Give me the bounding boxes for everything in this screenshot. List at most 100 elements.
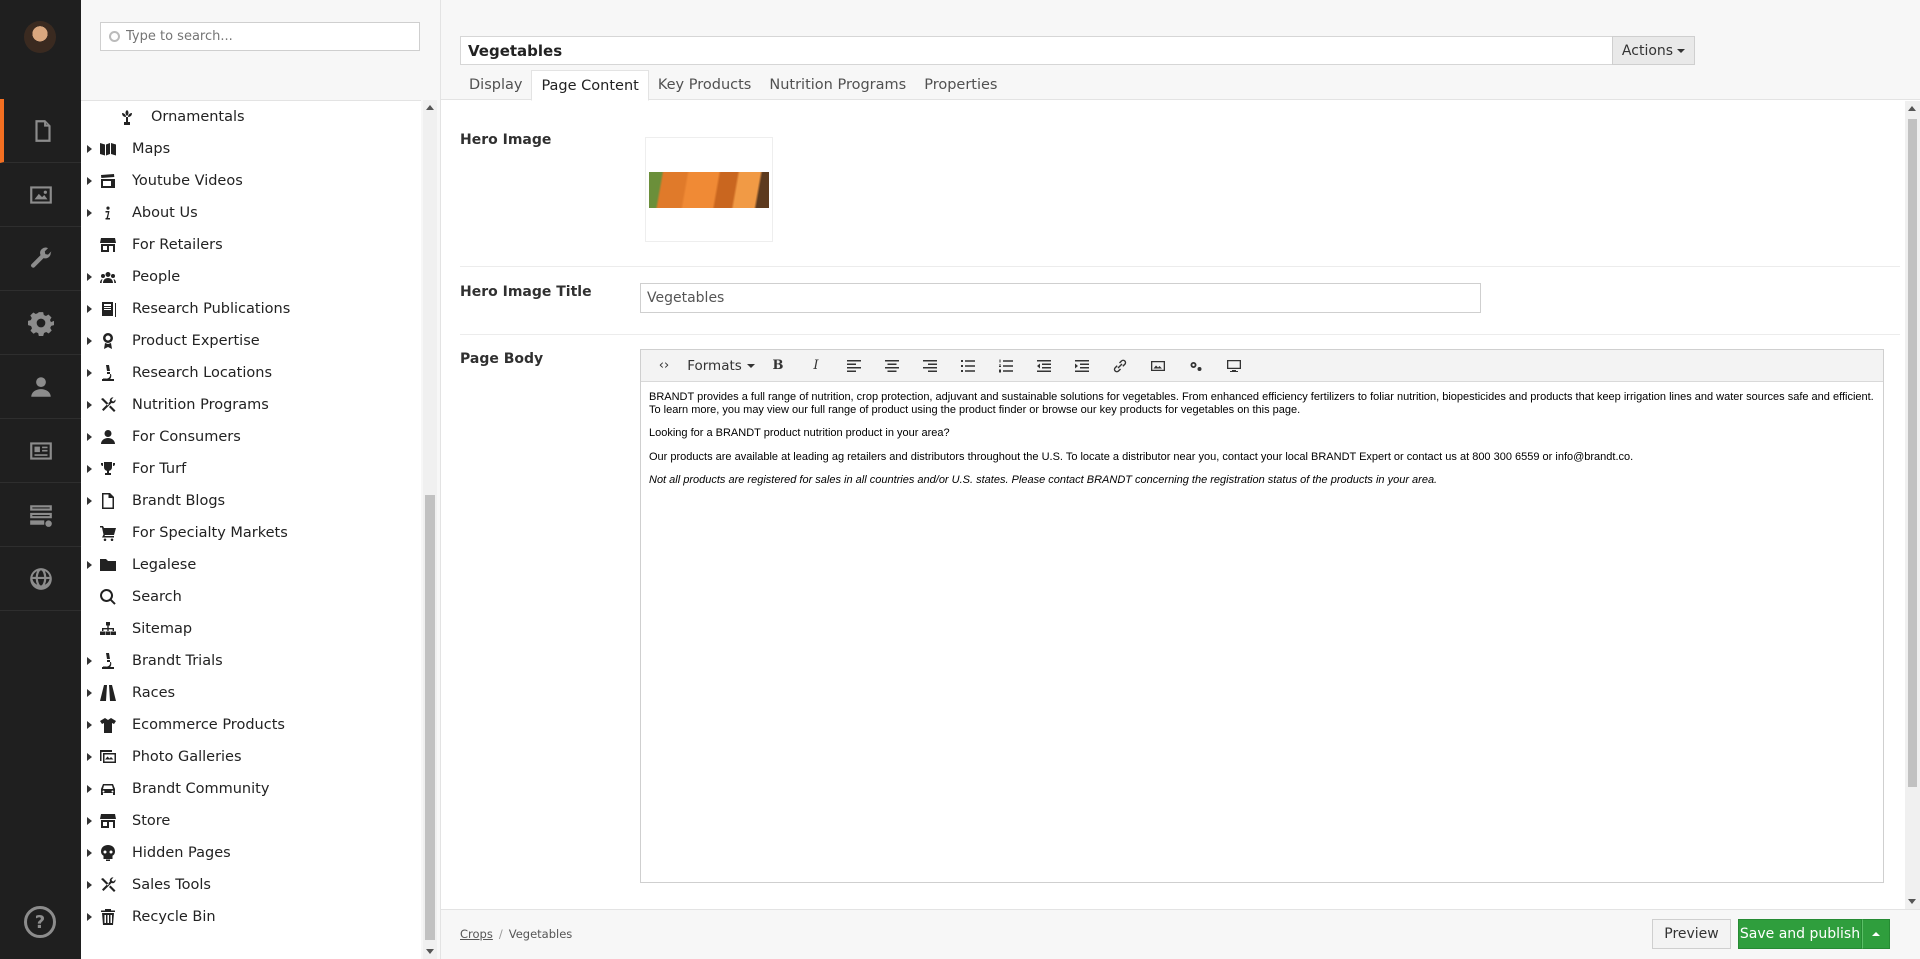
expand-caret-icon[interactable] bbox=[87, 401, 92, 409]
tree-item-for-consumers[interactable]: For Consumers bbox=[81, 422, 421, 452]
insert-image-button[interactable] bbox=[1139, 350, 1177, 382]
editor-footer: Crops / Vegetables Preview Save and publ… bbox=[441, 909, 1920, 959]
scroll-up-arrow-icon[interactable] bbox=[1908, 106, 1916, 111]
media-section-button[interactable] bbox=[0, 163, 81, 227]
outdent-button[interactable] bbox=[1025, 350, 1063, 382]
expand-caret-icon[interactable] bbox=[87, 209, 92, 217]
users-section-button[interactable] bbox=[0, 355, 81, 419]
align-left-button[interactable] bbox=[835, 350, 873, 382]
settings-section-button[interactable] bbox=[0, 227, 81, 291]
expand-caret-icon[interactable] bbox=[87, 145, 92, 153]
tree-scrollbar-thumb[interactable] bbox=[425, 495, 435, 940]
tree-item-about-us[interactable]: About Us bbox=[81, 198, 421, 228]
bullet-list-button[interactable] bbox=[949, 350, 987, 382]
tab-properties[interactable]: Properties bbox=[915, 70, 1006, 100]
node-name-input[interactable] bbox=[460, 36, 1632, 65]
indent-button[interactable] bbox=[1063, 350, 1101, 382]
tree-item-nutrition-programs[interactable]: Nutrition Programs bbox=[81, 390, 421, 420]
expand-caret-icon[interactable] bbox=[87, 497, 92, 505]
tree-item-hidden-pages[interactable]: Hidden Pages bbox=[81, 838, 421, 868]
developer-section-button[interactable] bbox=[0, 291, 81, 355]
tree-item-brandt-trials[interactable]: Brandt Trials bbox=[81, 646, 421, 676]
tree-item-research-publications[interactable]: Research Publications bbox=[81, 294, 421, 324]
cart-icon bbox=[99, 525, 117, 541]
members-section-button[interactable] bbox=[0, 419, 81, 483]
expand-caret-icon[interactable] bbox=[87, 177, 92, 185]
tree-item-sales-tools[interactable]: Sales Tools bbox=[81, 870, 421, 900]
user-avatar[interactable] bbox=[24, 21, 56, 53]
expand-caret-icon[interactable] bbox=[87, 817, 92, 825]
tree-item-label: Photo Galleries bbox=[132, 749, 242, 765]
tree-item-youtube-videos[interactable]: Youtube Videos bbox=[81, 166, 421, 196]
source-code-button[interactable]: ‹› bbox=[645, 350, 683, 382]
content-section-button[interactable] bbox=[0, 99, 81, 163]
tree-item-for-specialty-markets[interactable]: For Specialty Markets bbox=[81, 518, 421, 548]
expand-caret-icon[interactable] bbox=[87, 881, 92, 889]
expand-caret-icon[interactable] bbox=[87, 337, 92, 345]
save-and-publish-button[interactable]: Save and publish bbox=[1738, 919, 1862, 949]
scroll-down-arrow-icon[interactable] bbox=[426, 949, 434, 954]
preview-button[interactable]: Preview bbox=[1652, 919, 1731, 949]
scroll-down-arrow-icon[interactable] bbox=[1908, 899, 1916, 904]
tree-item-races[interactable]: Races bbox=[81, 678, 421, 708]
expand-caret-icon[interactable] bbox=[87, 785, 92, 793]
editor-scrollbar-thumb[interactable] bbox=[1908, 119, 1917, 787]
save-options-toggle[interactable] bbox=[1862, 919, 1890, 949]
expand-caret-icon[interactable] bbox=[87, 369, 92, 377]
embed-media-button[interactable] bbox=[1215, 350, 1253, 382]
tree-item-people[interactable]: People bbox=[81, 262, 421, 292]
tab-page-content[interactable]: Page Content bbox=[531, 70, 649, 101]
expand-caret-icon[interactable] bbox=[87, 305, 92, 313]
forms-section-button[interactable] bbox=[0, 483, 81, 547]
actions-button[interactable]: Actions bbox=[1612, 36, 1695, 65]
expand-caret-icon[interactable] bbox=[87, 721, 92, 729]
tab-key-products[interactable]: Key Products bbox=[649, 70, 761, 100]
expand-caret-icon[interactable] bbox=[87, 657, 92, 665]
tree-item-research-locations[interactable]: Research Locations bbox=[81, 358, 421, 388]
tab-nutrition-programs[interactable]: Nutrition Programs bbox=[760, 70, 915, 100]
formats-dropdown[interactable]: Formats bbox=[683, 350, 759, 382]
tree-item-legalese[interactable]: Legalese bbox=[81, 550, 421, 580]
tree-item-ecommerce-products[interactable]: Ecommerce Products bbox=[81, 710, 421, 740]
editor-scrollbar[interactable] bbox=[1905, 101, 1920, 909]
expand-caret-icon[interactable] bbox=[87, 849, 92, 857]
rte-content-area[interactable]: BRANDT provides a full range of nutritio… bbox=[641, 382, 1883, 507]
insert-link-button[interactable] bbox=[1101, 350, 1139, 382]
expand-caret-icon[interactable] bbox=[87, 753, 92, 761]
translation-section-button[interactable] bbox=[0, 547, 81, 611]
tree-item-brandt-community[interactable]: Brandt Community bbox=[81, 774, 421, 804]
numbered-list-button[interactable] bbox=[987, 350, 1025, 382]
tree-item-product-expertise[interactable]: Product Expertise bbox=[81, 326, 421, 356]
tree-item-recycle-bin[interactable]: Recycle Bin bbox=[81, 902, 421, 932]
tree-item-for-turf[interactable]: For Turf bbox=[81, 454, 421, 484]
tree-search-input[interactable] bbox=[126, 29, 406, 44]
tree-item-maps[interactable]: Maps bbox=[81, 134, 421, 164]
align-center-button[interactable] bbox=[873, 350, 911, 382]
tab-display[interactable]: Display bbox=[460, 70, 531, 100]
expand-caret-icon[interactable] bbox=[87, 689, 92, 697]
hero-image-picker[interactable] bbox=[645, 137, 773, 242]
bold-button[interactable]: B bbox=[759, 350, 797, 382]
hero-image-thumbnail[interactable] bbox=[649, 172, 769, 208]
expand-caret-icon[interactable] bbox=[87, 913, 92, 921]
tree-item-photo-galleries[interactable]: Photo Galleries bbox=[81, 742, 421, 772]
insert-macro-button[interactable] bbox=[1177, 350, 1215, 382]
tree-item-for-retailers[interactable]: For Retailers bbox=[81, 230, 421, 260]
expand-caret-icon[interactable] bbox=[87, 433, 92, 441]
scroll-up-arrow-icon[interactable] bbox=[426, 105, 434, 110]
tree-scrollbar[interactable] bbox=[423, 100, 437, 959]
expand-caret-icon[interactable] bbox=[87, 273, 92, 281]
expand-caret-icon[interactable] bbox=[87, 465, 92, 473]
align-right-button[interactable] bbox=[911, 350, 949, 382]
tree-item-store[interactable]: Store bbox=[81, 806, 421, 836]
hero-image-title-input[interactable] bbox=[640, 283, 1481, 313]
tree-item-sitemap[interactable]: Sitemap bbox=[81, 614, 421, 644]
tree-item-search[interactable]: Search bbox=[81, 582, 421, 612]
help-button[interactable]: ? bbox=[24, 906, 56, 938]
tree-item-brandt-blogs[interactable]: Brandt Blogs bbox=[81, 486, 421, 516]
breadcrumb-link-crops[interactable]: Crops bbox=[460, 927, 493, 941]
expand-caret-icon[interactable] bbox=[87, 561, 92, 569]
tree-item-ornamentals[interactable]: Ornamentals bbox=[81, 102, 421, 132]
tree-item-label: Research Locations bbox=[132, 365, 273, 381]
italic-button[interactable]: I bbox=[797, 350, 835, 382]
